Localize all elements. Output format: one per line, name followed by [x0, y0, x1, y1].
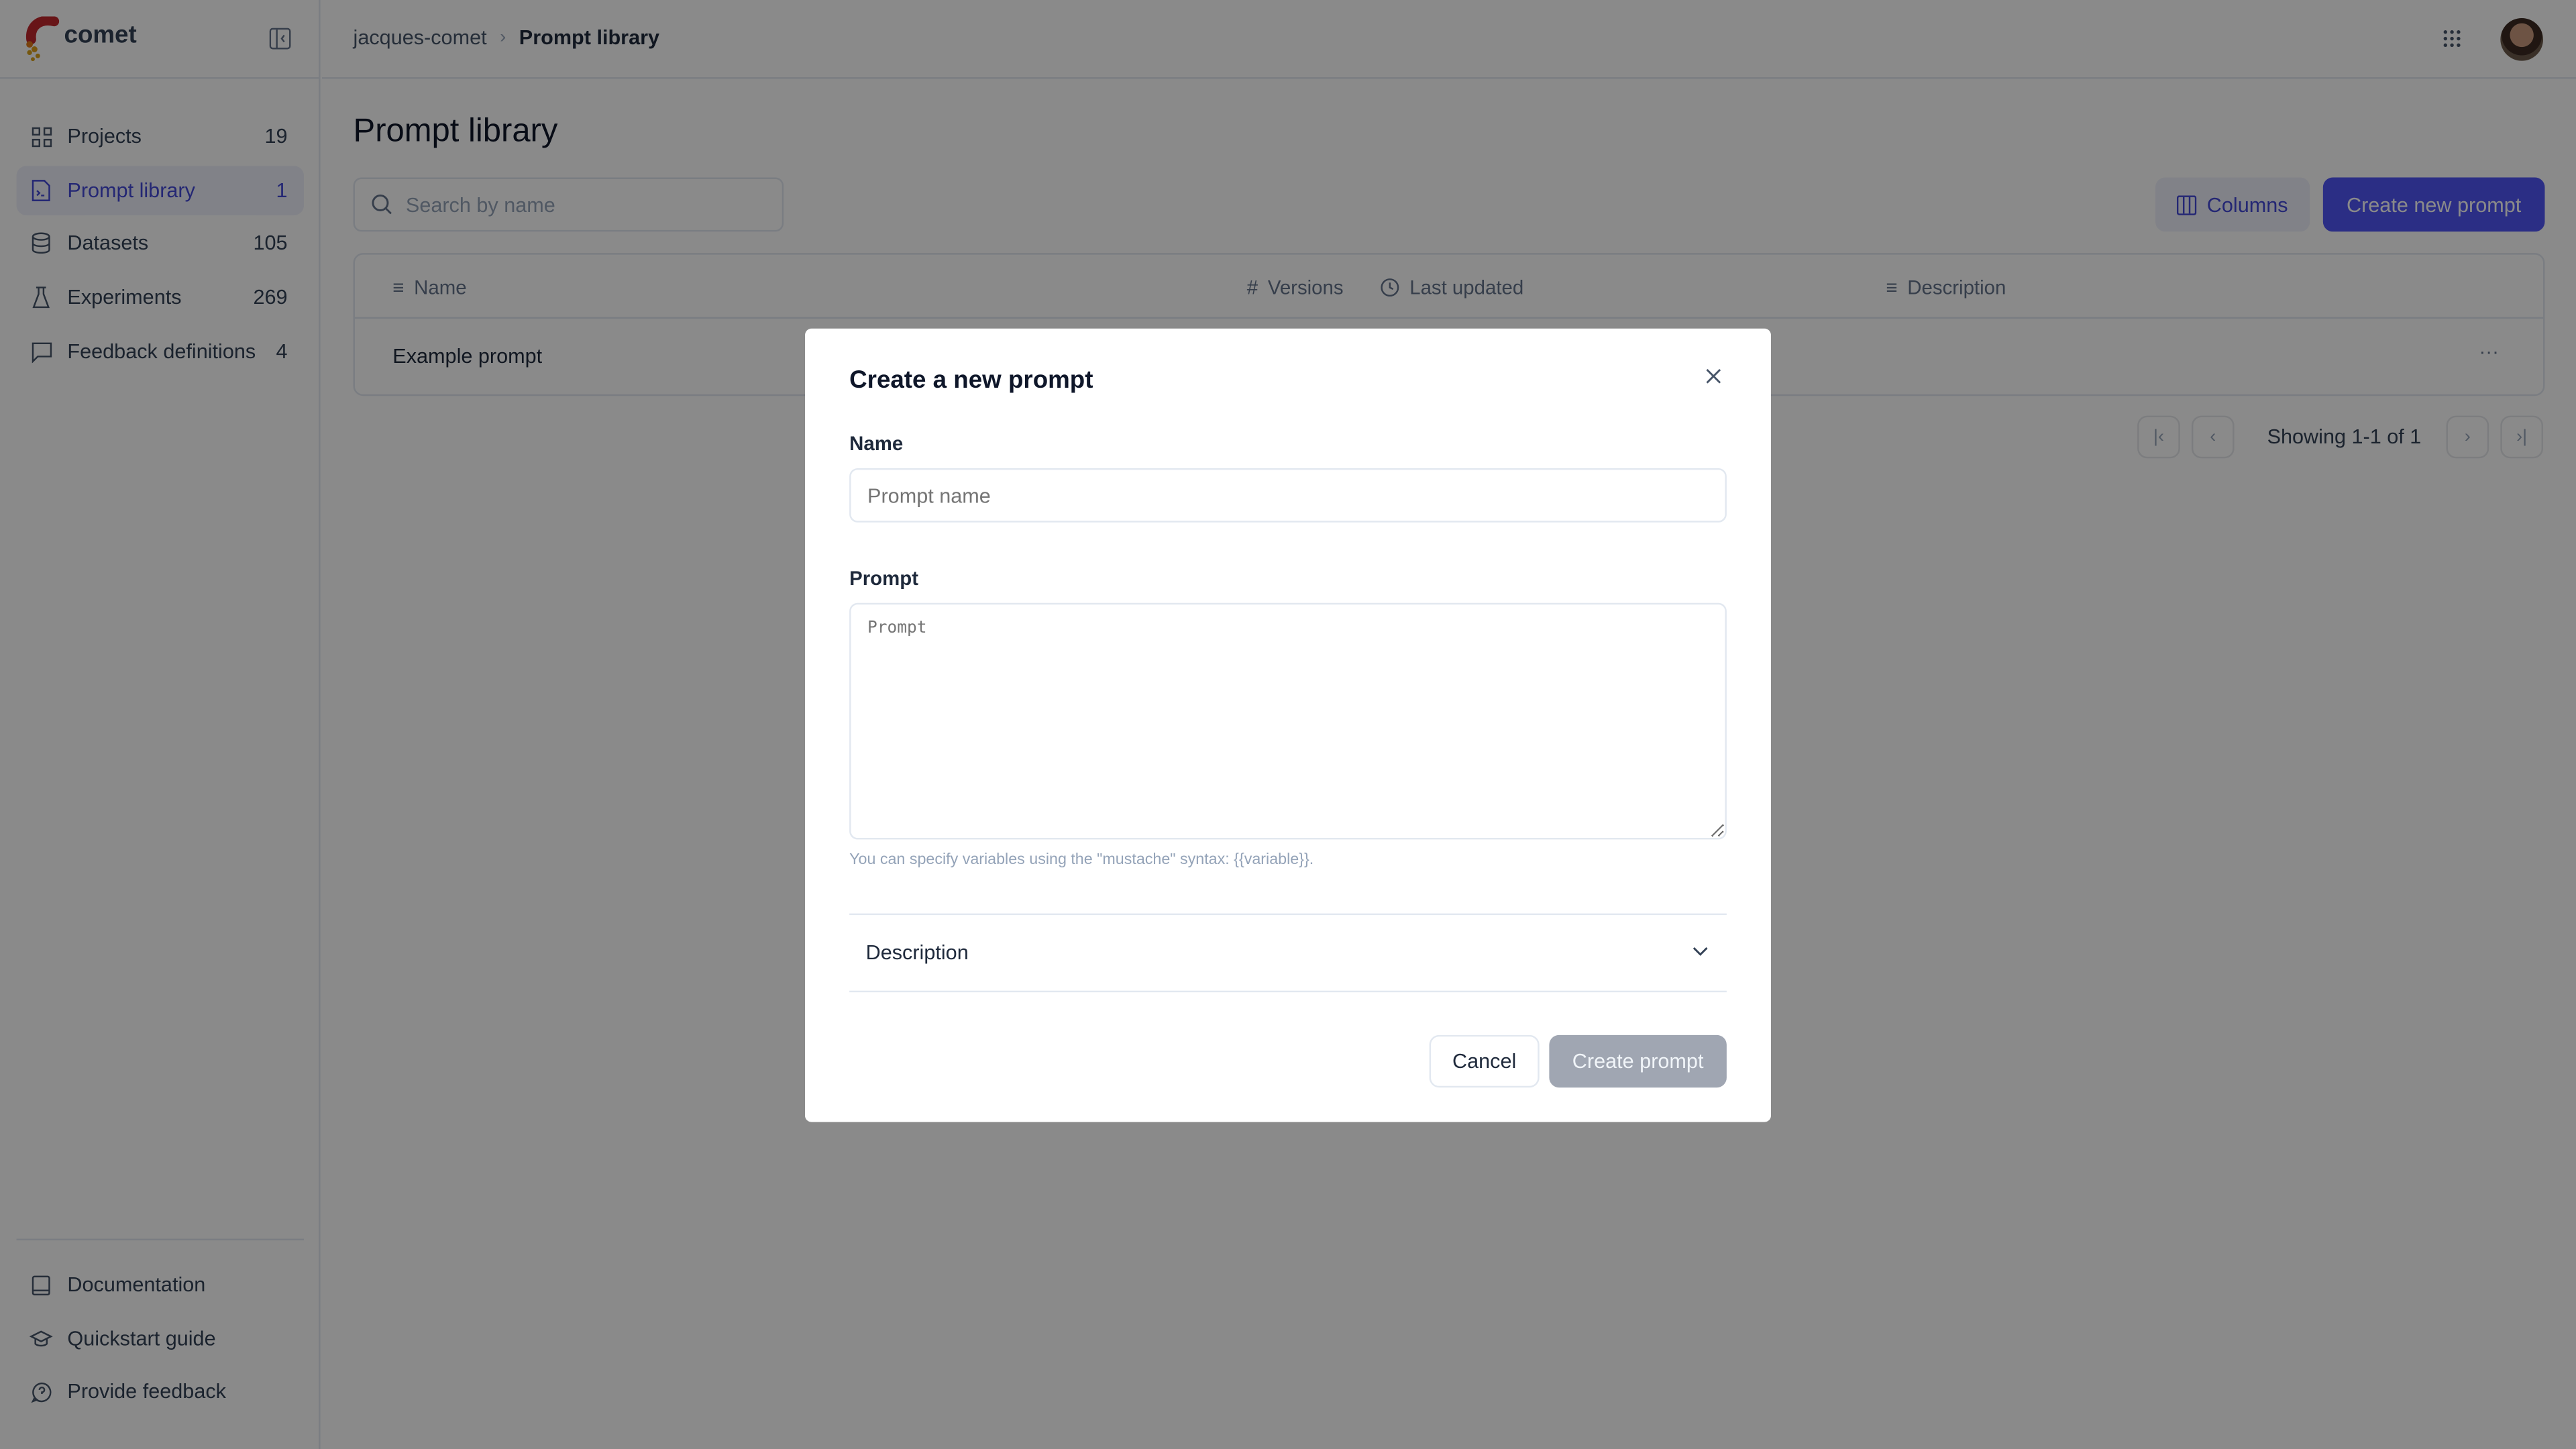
prompt-label: Prompt [849, 566, 918, 590]
close-button[interactable] [1705, 368, 1721, 384]
chevron-down-icon [1693, 947, 1708, 956]
prompt-name-input[interactable] [849, 468, 1727, 523]
create-prompt-button[interactable]: Create prompt [1549, 1034, 1727, 1088]
dialog-title: Create a new prompt [849, 366, 1093, 394]
prompt-textarea[interactable] [849, 602, 1727, 840]
description-label: Description [865, 941, 969, 965]
cancel-button[interactable]: Cancel [1429, 1034, 1540, 1088]
name-label: Name [849, 432, 904, 455]
prompt-hint: You can specify variables using the "mus… [849, 851, 1314, 869]
description-accordion[interactable]: Description [849, 913, 1727, 993]
close-icon [1706, 368, 1721, 384]
create-prompt-dialog: Create a new prompt Name Prompt You can … [805, 328, 1772, 1122]
